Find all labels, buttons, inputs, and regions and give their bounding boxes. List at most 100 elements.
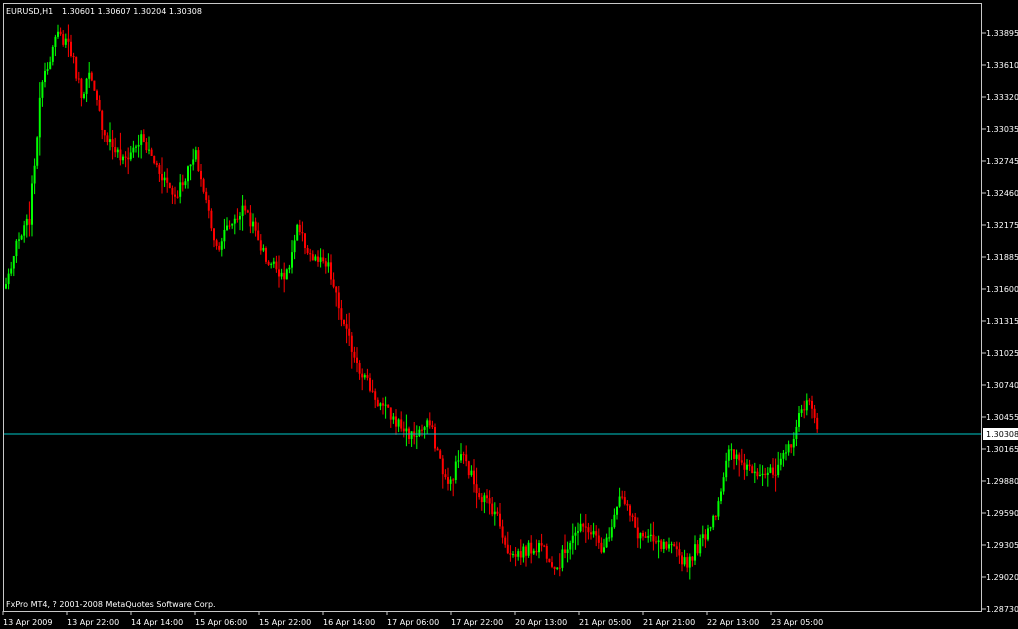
candle-bear — [626, 503, 629, 506]
candle-bull — [753, 471, 756, 474]
candle-bear — [70, 41, 72, 57]
candle-bull — [512, 554, 514, 556]
candle-bear — [161, 173, 163, 181]
candle-bear — [564, 549, 566, 553]
candle-bull — [291, 252, 293, 268]
price-chart[interactable]: 1.33895 1.33610 1.33320 1.33035 1.32745 1.324… — [0, 0, 1018, 629]
candle-bear — [813, 408, 816, 418]
candle-bear — [665, 541, 668, 549]
candle-bull — [699, 538, 702, 554]
candle-bear — [257, 230, 260, 241]
candle-bear — [441, 458, 444, 475]
time-tick-label: 15 Apr 06:00 — [195, 618, 247, 627]
candle-bear — [642, 532, 644, 537]
candle-bull — [712, 515, 715, 528]
candle-bull — [517, 551, 520, 557]
candle-bear — [597, 535, 600, 543]
candle-bear — [150, 149, 153, 156]
candle-bear — [696, 544, 699, 554]
candle-bear — [67, 38, 70, 42]
candle-bull — [189, 164, 192, 167]
candle-bear — [101, 110, 104, 131]
candle-bull — [707, 528, 709, 540]
candle-bear — [636, 527, 639, 539]
candle-bear — [535, 550, 538, 553]
candle-bear — [348, 328, 351, 336]
candle-bear — [330, 262, 332, 280]
candle-bull — [561, 549, 564, 568]
candle-bull — [688, 556, 691, 568]
candles-layer — [5, 24, 819, 580]
price-tick-label: 1.29590 — [986, 509, 1018, 518]
candle-bear — [475, 484, 478, 494]
candle-bear — [447, 477, 449, 484]
candle-bear — [103, 130, 106, 136]
candle-bear — [772, 467, 774, 475]
candle-bear — [298, 224, 301, 233]
candle-bull — [727, 449, 730, 461]
candle-bear — [332, 279, 335, 287]
candle-bull — [649, 534, 652, 537]
time-tick-label: 14 Apr 14:00 — [131, 618, 183, 627]
candle-bear — [631, 515, 634, 517]
price-axis[interactable]: 1.33895 1.33610 1.33320 1.33035 1.32745 1.324… — [982, 29, 1018, 614]
candle-bull — [7, 273, 10, 285]
candle-bull — [194, 150, 197, 160]
candle-bull — [64, 38, 67, 45]
candle-bear — [691, 556, 694, 561]
candle-bull — [15, 240, 18, 257]
candle-bull — [769, 467, 772, 473]
candle-bear — [340, 308, 343, 320]
candle-bull — [220, 241, 223, 250]
candle-bear — [686, 557, 689, 568]
candle-bear — [548, 558, 551, 563]
candle-bear — [197, 150, 200, 171]
candle-bear — [205, 191, 208, 200]
candle-bear — [366, 375, 369, 378]
candle-bull — [233, 218, 236, 224]
candle-bear — [473, 470, 475, 485]
chart-window[interactable]: 1.33895 1.33610 1.33320 1.33035 1.32745 1.324… — [0, 0, 1018, 629]
candle-bear — [228, 225, 231, 227]
candle-bear — [80, 78, 83, 99]
time-tick-label: 13 Apr 22:00 — [67, 618, 119, 627]
candle-bear — [124, 156, 127, 158]
time-tick-label: 17 Apr 06:00 — [387, 618, 439, 627]
candle-bull — [285, 269, 288, 280]
candle-bull — [137, 144, 140, 147]
candle-bear — [267, 261, 270, 265]
candle-bear — [374, 391, 377, 400]
candle-bull — [231, 223, 234, 226]
candle-bull — [779, 458, 782, 465]
candle-bull — [179, 182, 182, 197]
candle-bull — [777, 464, 780, 476]
candle-bull — [782, 453, 785, 459]
candle-bull — [148, 149, 150, 151]
candle-bull — [470, 470, 473, 476]
candle-bear — [75, 56, 78, 79]
candle-bear — [452, 479, 455, 481]
candle-bear — [246, 210, 249, 213]
candle-bear — [259, 240, 262, 251]
candle-bear — [509, 553, 512, 555]
candle-bear — [764, 473, 767, 475]
candle-bear — [72, 56, 75, 58]
candle-bull — [457, 460, 460, 462]
candle-bull — [33, 165, 36, 184]
candle-bull — [717, 501, 720, 517]
candle-bull — [405, 428, 408, 432]
candle-bear — [465, 454, 468, 462]
candle-bear — [181, 182, 184, 186]
candle-bear — [166, 177, 169, 183]
candle-bear — [714, 515, 717, 517]
candle-bear — [444, 474, 447, 478]
price-tick-label: 1.30740 — [986, 381, 1018, 390]
candle-bear — [751, 466, 754, 474]
candle-bear — [249, 212, 252, 227]
candle-bull — [5, 284, 7, 289]
candle-bear — [98, 99, 101, 111]
candle-bear — [504, 537, 507, 545]
candle-bear — [540, 543, 543, 546]
time-axis[interactable]: 13 Apr 2009 13 Apr 22:00 14 Apr 14:00 15 Ap… — [2, 611, 823, 627]
time-tick-label: 21 Apr 21:00 — [643, 618, 695, 627]
